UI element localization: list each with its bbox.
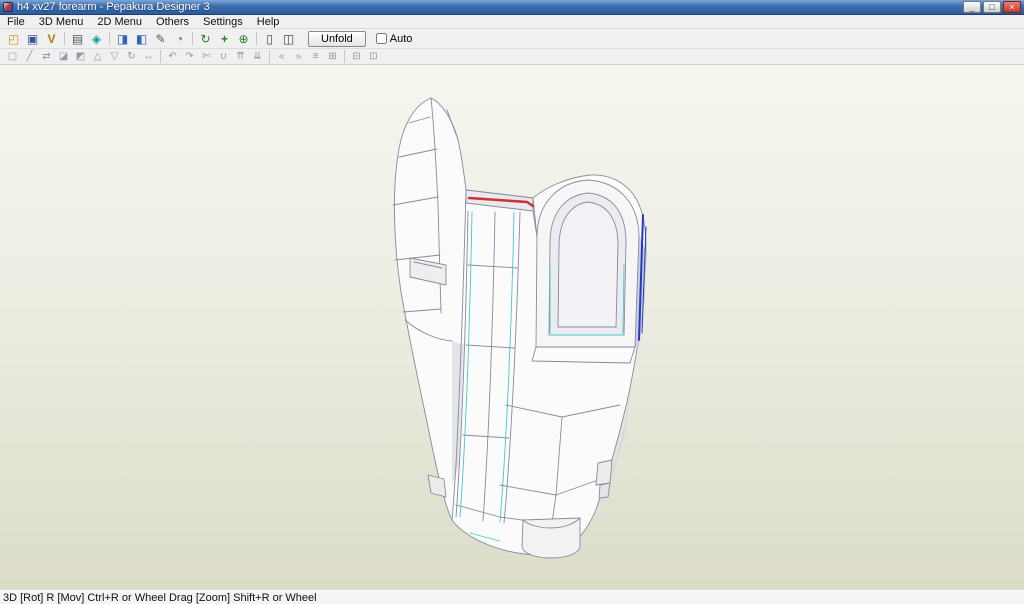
pane-both-icon[interactable]: ◫ xyxy=(279,30,298,47)
toolbar-separator xyxy=(344,50,345,63)
texture-view-icon[interactable]: ◧ xyxy=(132,30,151,47)
align-right-icon[interactable]: » xyxy=(290,50,307,64)
menu-help[interactable]: Help xyxy=(250,15,287,28)
edit-edge-icon[interactable]: ╱ xyxy=(21,50,38,64)
join-faces-icon[interactable]: ◩ xyxy=(72,50,89,64)
align-left-icon[interactable]: « xyxy=(273,50,290,64)
zoom-fit-icon[interactable]: ⊡ xyxy=(365,50,382,64)
open-file-icon[interactable]: ◰ xyxy=(4,30,23,47)
toolbar-separator xyxy=(192,32,193,45)
remove-flap-icon[interactable]: ▽ xyxy=(106,50,123,64)
pen-icon[interactable]: ✎ xyxy=(151,30,170,47)
redo-icon[interactable]: ↷ xyxy=(181,50,198,64)
maximize-button[interactable]: □ xyxy=(983,1,1001,13)
print-icon[interactable]: ▤ xyxy=(68,30,87,47)
measure-icon[interactable]: ⊟ xyxy=(348,50,365,64)
menu-file[interactable]: File xyxy=(0,15,32,28)
menu-3d-menu[interactable]: 3D Menu xyxy=(32,15,91,28)
unfold-button[interactable]: Unfold xyxy=(308,31,366,47)
undo-icon[interactable]: ↶ xyxy=(164,50,181,64)
toolbar-separator xyxy=(160,50,161,63)
toolbar-separator xyxy=(256,32,257,45)
3d-viewport[interactable] xyxy=(0,65,1024,590)
bring-front-icon[interactable]: ⇈ xyxy=(232,50,249,64)
auto-checkbox-group: Auto xyxy=(376,33,413,45)
menu-2d-menu[interactable]: 2D Menu xyxy=(90,15,149,28)
toolbar-separator xyxy=(269,50,270,63)
pane-3d-icon[interactable]: ▯ xyxy=(260,30,279,47)
grid-icon[interactable]: ⊞ xyxy=(324,50,341,64)
add-flap-icon[interactable]: △ xyxy=(89,50,106,64)
status-bar: 3D [Rot] R [Mov] Ctrl+R or Wheel Drag [Z… xyxy=(0,590,1024,604)
2d-edit-toolbar: ▢ ╱ ⇄ ◪ ◩ △ ▽ ↻ ↔ ↶ ↷ ✄ ∪ ⇈ ⇊ « » ≡ ⊞ ⊟ … xyxy=(0,49,1024,65)
close-button[interactable]: × xyxy=(1003,1,1021,13)
3d-model-icon[interactable]: ◈ xyxy=(87,30,106,47)
pan-view-icon[interactable]: + xyxy=(215,30,234,47)
menu-bar: File 3D Menu 2D Menu Others Settings Hel… xyxy=(0,15,1024,29)
pepakura-doc-icon[interactable]: V xyxy=(42,30,61,47)
toolbar-separator xyxy=(64,32,65,45)
select-icon[interactable]: ▢ xyxy=(4,50,21,64)
distribute-icon[interactable]: ≡ xyxy=(307,50,324,64)
glue-edge-icon[interactable]: ∪ xyxy=(215,50,232,64)
main-toolbar: ◰ ▣ V ▤ ◈ ◨ ◧ ✎ ◔ ↻ + ⊕ ▯ ◫ Unfold Auto xyxy=(0,29,1024,49)
minimize-button[interactable]: _ xyxy=(963,1,981,13)
save-icon[interactable]: ▣ xyxy=(23,30,42,47)
zoom-view-icon[interactable]: ⊕ xyxy=(234,30,253,47)
send-back-icon[interactable]: ⇊ xyxy=(249,50,266,64)
move-piece-icon[interactable]: ↔ xyxy=(140,50,157,64)
forearm-model-svg xyxy=(0,65,1024,590)
status-text: 3D [Rot] R [Mov] Ctrl+R or Wheel Drag [Z… xyxy=(3,592,317,604)
rotate-view-icon[interactable]: ↻ xyxy=(196,30,215,47)
cut-edge-icon[interactable]: ✄ xyxy=(198,50,215,64)
edit-mode-icon[interactable]: ◨ xyxy=(113,30,132,47)
divide-face-icon[interactable]: ◪ xyxy=(55,50,72,64)
toolbar-separator xyxy=(109,32,110,45)
forearm-model xyxy=(393,98,646,558)
window-title: h4 xv27 forearm - Pepakura Designer 3 xyxy=(17,1,963,13)
menu-others[interactable]: Others xyxy=(149,15,196,28)
title-bar: h4 xv27 forearm - Pepakura Designer 3 _ … xyxy=(0,0,1024,15)
auto-checkbox[interactable] xyxy=(376,33,387,44)
paint-icon[interactable]: ◔ xyxy=(170,30,189,47)
rotate-piece-icon[interactable]: ↻ xyxy=(123,50,140,64)
menu-settings[interactable]: Settings xyxy=(196,15,250,28)
auto-checkbox-label: Auto xyxy=(390,33,413,45)
check-face-icon[interactable]: ⇄ xyxy=(38,50,55,64)
app-icon xyxy=(3,2,13,12)
